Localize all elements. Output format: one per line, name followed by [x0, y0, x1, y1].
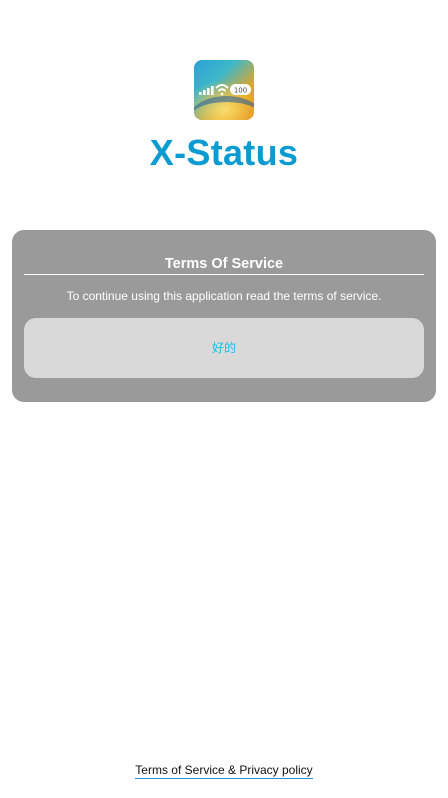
terms-privacy-link[interactable]: Terms of Service & Privacy policy — [135, 763, 313, 779]
terms-dialog: Terms Of Service To continue using this … — [12, 230, 436, 402]
svg-text:100: 100 — [234, 86, 247, 94]
dialog-message: To continue using this application read … — [66, 289, 382, 303]
app-logo-icon: 100 — [194, 60, 254, 120]
footer: Terms of Service & Privacy policy — [0, 761, 448, 779]
app-screen: 100 X-Status Terms Of Service To continu… — [0, 0, 448, 798]
ok-button[interactable]: 好的 — [24, 318, 424, 378]
app-title: X-Status — [149, 132, 299, 173]
dialog-divider — [24, 274, 424, 275]
dialog-title: Terms Of Service — [164, 256, 284, 272]
